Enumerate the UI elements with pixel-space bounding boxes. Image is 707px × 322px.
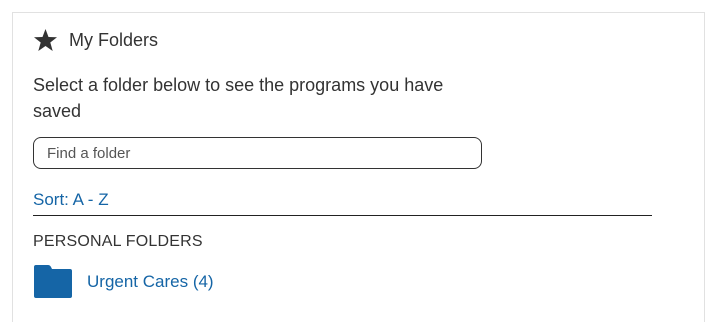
folder-icon bbox=[33, 263, 73, 299]
panel-header: My Folders bbox=[33, 26, 158, 54]
section-heading-personal-folders: PERSONAL FOLDERS bbox=[33, 233, 203, 250]
star-icon bbox=[33, 28, 58, 52]
my-folders-panel: My Folders Select a folder below to see … bbox=[12, 12, 705, 322]
sort-toggle-link[interactable]: Sort: A - Z bbox=[33, 188, 109, 212]
folder-item-urgent-cares[interactable]: Urgent Cares (4) bbox=[33, 263, 214, 299]
divider bbox=[33, 215, 652, 216]
folder-label: Urgent Cares (4) bbox=[87, 272, 214, 291]
panel-title: My Folders bbox=[69, 30, 159, 50]
find-folder-input[interactable] bbox=[33, 137, 482, 169]
panel-description: Select a folder below to see the program… bbox=[33, 75, 444, 121]
